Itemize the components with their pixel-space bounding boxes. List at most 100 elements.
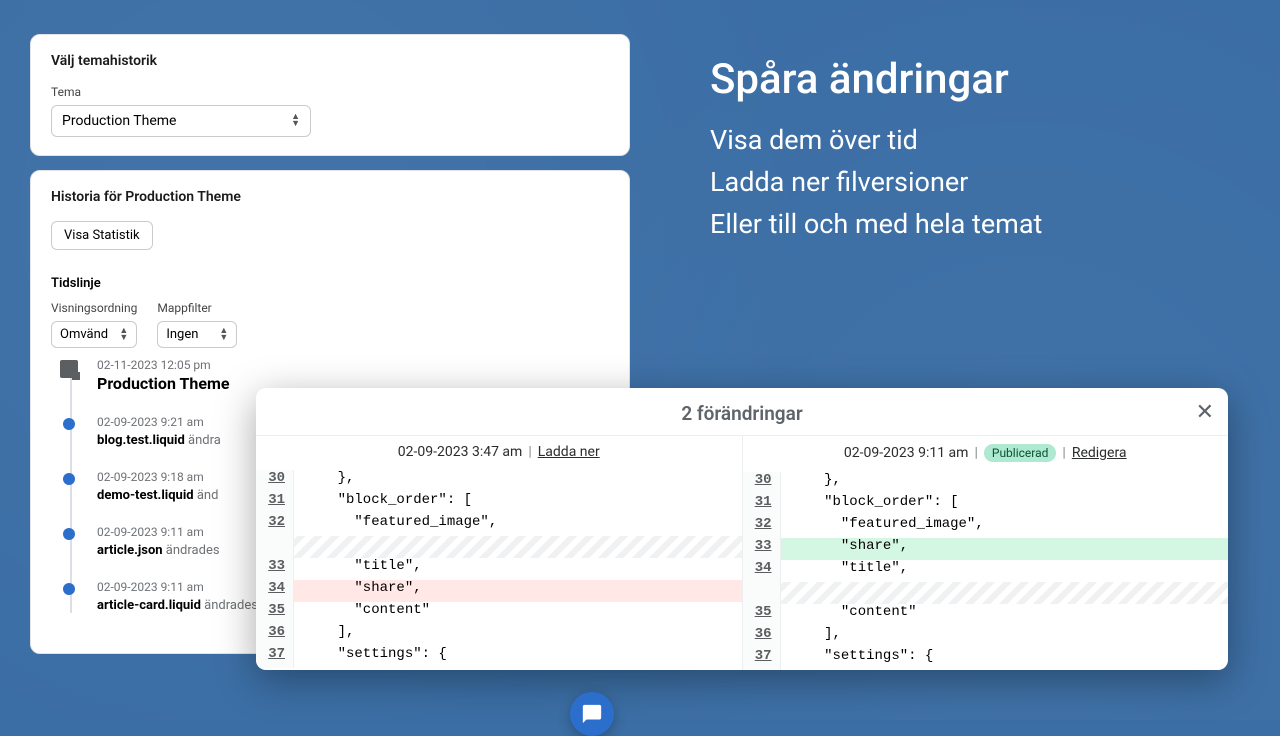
timeline-controls: Visningsordning Omvänd ▲▼ Mappfilter Ing… (51, 301, 609, 348)
line-number: 31 (743, 494, 781, 516)
dot-marker-icon (63, 473, 75, 485)
diff-left-col: 02-09-2023 3:47 am | Ladda ner 30 },31 "… (256, 435, 743, 670)
diff-modal: 2 förändringar ✕ 02-09-2023 3:47 am | La… (256, 388, 1228, 670)
timeline-date: 02-11-2023 12:05 pm (97, 358, 609, 372)
theme-select-value: Production Theme (62, 113, 176, 129)
code-text: "settings": { (781, 648, 1229, 670)
edit-link[interactable]: Redigera (1072, 445, 1127, 461)
code-text: "title", (294, 558, 742, 580)
choose-history-title: Välj temahistorik (51, 53, 609, 69)
code-text: ], (781, 626, 1229, 648)
code-row: 34 "title", (743, 560, 1229, 582)
theme-label: Tema (51, 85, 609, 99)
line-number: 32 (743, 516, 781, 538)
code-text: "featured_image", (781, 516, 1229, 538)
timeline-suffix: ändra (185, 433, 221, 448)
download-link[interactable]: Ladda ner (538, 444, 600, 460)
line-number: 30 (256, 470, 294, 492)
code-text: "share", (781, 538, 1229, 560)
line-number: 35 (256, 602, 294, 624)
code-row: 35 "content" (256, 602, 742, 624)
diff-header: 2 förändringar ✕ (256, 388, 1228, 435)
diff-title: 2 förändringar (681, 402, 802, 425)
dot-marker-icon (63, 418, 75, 430)
line-number: 34 (743, 560, 781, 582)
timeline-filename: article-card.liquid (97, 598, 201, 613)
promo-text: Spåra ändringar Visa dem över tid Ladda … (710, 55, 1042, 250)
timeline-line (70, 368, 72, 613)
code-row (743, 582, 1229, 604)
code-text: }, (781, 472, 1229, 494)
dot-marker-icon (63, 583, 75, 595)
diff-right-timestamp: 02-09-2023 9:11 am (844, 445, 969, 461)
promo-line: Eller till och med hela temat (710, 208, 1042, 240)
line-number: 36 (743, 626, 781, 648)
code-text: "block_order": [ (781, 494, 1229, 516)
code-text (781, 582, 1229, 604)
chevron-updown-icon: ▲▼ (219, 328, 228, 342)
filter-value: Ingen (166, 327, 198, 342)
code-row: 30 }, (256, 470, 742, 492)
timeline-filename: blog.test.liquid (97, 433, 185, 448)
promo-line: Visa dem över tid (710, 124, 1042, 156)
timeline-suffix: ändrades (163, 543, 220, 558)
code-row: 34 "share", (256, 580, 742, 602)
line-number (256, 536, 294, 558)
line-number: 31 (256, 492, 294, 514)
code-text: "block_order": [ (294, 492, 742, 514)
line-number (743, 582, 781, 604)
code-row: 33 "title", (256, 558, 742, 580)
sort-label: Visningsordning (51, 301, 137, 315)
code-text: }, (294, 470, 742, 492)
filter-select[interactable]: Ingen ▲▼ (157, 321, 237, 348)
diff-code-left: 30 },31 "block_order": [32 "featured_ima… (256, 470, 742, 668)
code-row: 33 "share", (743, 538, 1229, 560)
line-number: 33 (743, 538, 781, 560)
timeline-heading: Tidslinje (51, 276, 609, 291)
theme-select[interactable]: Production Theme ▲▼ (51, 105, 311, 137)
line-number: 37 (256, 646, 294, 668)
code-text: "content" (294, 602, 742, 624)
diff-right-col: 02-09-2023 9:11 am | Publicerad | Redige… (743, 435, 1229, 670)
code-row: 37 "settings": { (256, 646, 742, 668)
code-row: 36 ], (743, 626, 1229, 648)
code-row: 36 ], (256, 624, 742, 646)
chat-icon (581, 703, 603, 725)
filter-label: Mappfilter (157, 301, 237, 315)
chevron-updown-icon: ▲▼ (119, 328, 128, 342)
code-row: 32 "featured_image", (256, 514, 742, 536)
code-row: 31 "block_order": [ (743, 494, 1229, 516)
history-title: Historia för Production Theme (51, 189, 609, 205)
line-number: 36 (256, 624, 294, 646)
code-row (256, 536, 742, 558)
promo-headline: Spåra ändringar (710, 55, 1042, 104)
timeline-suffix: änd (194, 488, 219, 503)
code-text: "featured_image", (294, 514, 742, 536)
line-number: 37 (743, 648, 781, 670)
promo-line: Ladda ner filversioner (710, 166, 1042, 198)
line-number: 32 (256, 514, 294, 536)
sort-value: Omvänd (60, 327, 108, 342)
code-text: ], (294, 624, 742, 646)
timeline-filename: demo-test.liquid (97, 488, 194, 503)
chat-fab[interactable] (570, 692, 614, 736)
stats-button[interactable]: Visa Statistik (51, 221, 153, 250)
diff-left-timestamp: 02-09-2023 3:47 am (398, 444, 523, 460)
chevron-updown-icon: ▲▼ (291, 114, 300, 128)
code-row: 35 "content" (743, 604, 1229, 626)
line-number: 30 (743, 472, 781, 494)
code-row: 32 "featured_image", (743, 516, 1229, 538)
code-text: "content" (781, 604, 1229, 626)
code-row: 31 "block_order": [ (256, 492, 742, 514)
line-number: 34 (256, 580, 294, 602)
diff-code-right: 30 },31 "block_order": [32 "featured_ima… (743, 472, 1229, 670)
code-text: "title", (781, 560, 1229, 582)
code-row: 37 "settings": { (743, 648, 1229, 670)
close-icon[interactable]: ✕ (1196, 400, 1214, 425)
code-row: 30 }, (743, 472, 1229, 494)
published-badge: Publicerad (984, 444, 1057, 462)
timeline-filename: article.json (97, 543, 163, 558)
sort-select[interactable]: Omvänd ▲▼ (51, 321, 137, 348)
dot-marker-icon (63, 528, 75, 540)
code-text: "settings": { (294, 646, 742, 668)
